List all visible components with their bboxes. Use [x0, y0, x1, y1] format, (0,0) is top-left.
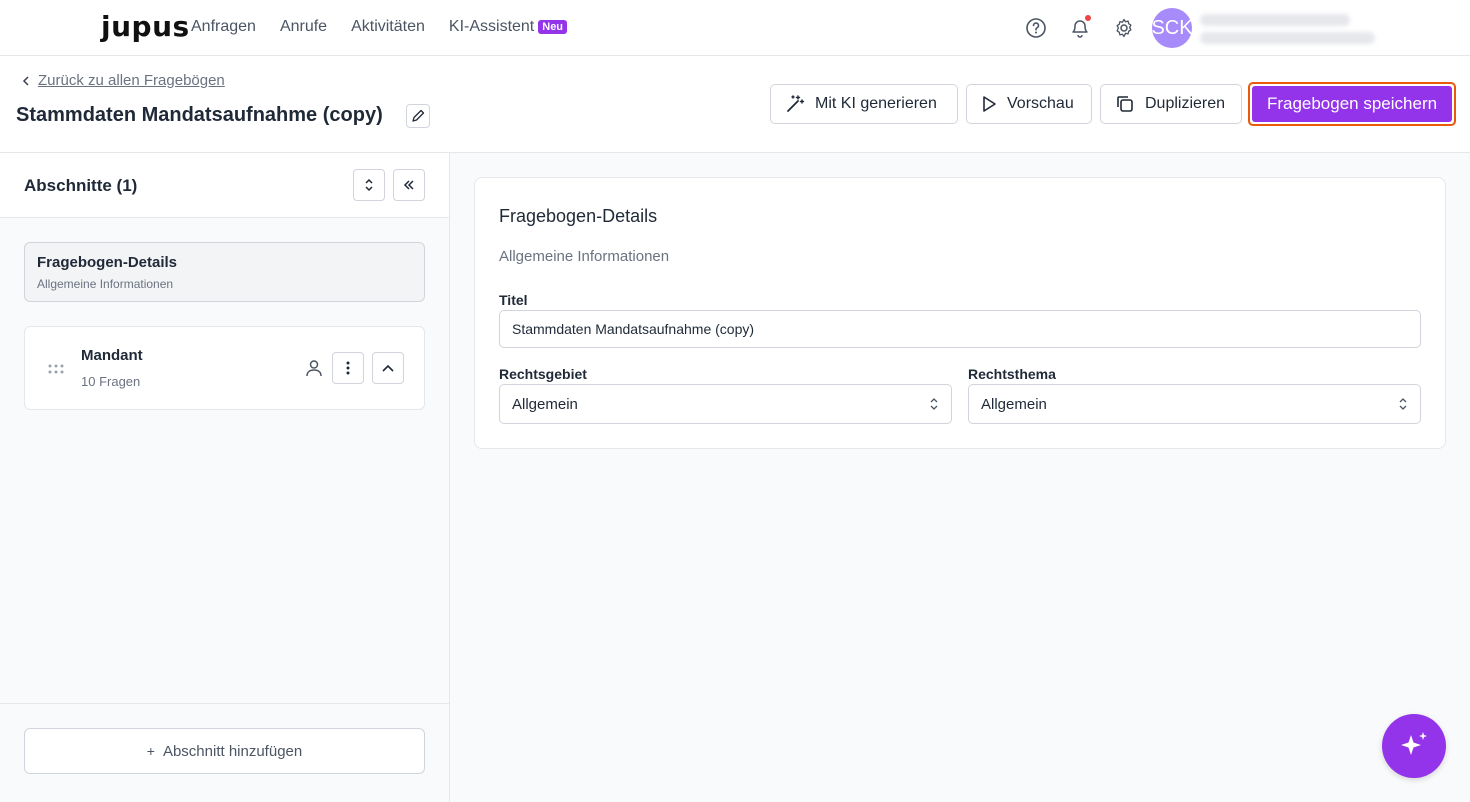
main-content: Fragebogen-Details Allgemeine Informatio…	[450, 153, 1470, 802]
nav-ki-assistent-label: KI-Assistent	[448, 18, 535, 35]
section-details-subtitle: Allgemeine Informationen	[37, 277, 174, 291]
jupus-logo[interactable]: jupus	[101, 10, 190, 43]
chevron-left-icon	[22, 75, 29, 86]
collapse-sidebar-button[interactable]	[393, 169, 425, 201]
preview-button[interactable]: Vorschau	[966, 84, 1092, 124]
add-section-label: Abschnitt hinzufügen	[162, 742, 303, 760]
rechtsthema-select[interactable]: Allgemein	[968, 384, 1421, 424]
details-card: Fragebogen-Details Allgemeine Informatio…	[474, 177, 1446, 449]
user-info-blurred[interactable]	[1200, 12, 1375, 46]
rechtsthema-label: Rechtsthema	[968, 366, 1056, 382]
gear-icon[interactable]	[1113, 17, 1135, 39]
user-avatar[interactable]: SCK	[1151, 8, 1193, 48]
copy-icon	[1117, 96, 1133, 112]
main-nav: Anfragen Anrufe Aktivitäten KI-Assistent…	[191, 18, 568, 36]
duplicate-label: Duplizieren	[1145, 95, 1226, 112]
details-card-title: Fragebogen-Details	[499, 206, 658, 226]
rechtsgebiet-select[interactable]: Allgemein	[499, 384, 952, 424]
nav-aktivitaeten[interactable]: Aktivitäten	[351, 18, 425, 36]
section-item-details[interactable]: Fragebogen-Details Allgemeine Informatio…	[24, 242, 425, 302]
title-input[interactable]: Stammdaten Mandatsaufnahme (copy)	[499, 310, 1421, 348]
details-card-subtitle: Allgemeine Informationen	[499, 248, 670, 265]
section-collapse-button[interactable]	[372, 352, 404, 384]
notification-dot	[1085, 15, 1091, 21]
save-questionnaire-button[interactable]: Fragebogen speichern	[1248, 82, 1456, 126]
nav-ki-assistent[interactable]: KI-Assistent Neu	[448, 18, 568, 36]
play-icon	[983, 96, 996, 112]
more-vertical-icon	[346, 361, 350, 375]
section-title: Mandant	[81, 347, 143, 364]
duplicate-button[interactable]: Duplizieren	[1100, 84, 1242, 124]
chevron-up-down-icon	[365, 178, 373, 192]
edit-title-button[interactable]	[406, 104, 430, 128]
magic-wand-icon	[787, 95, 805, 112]
generate-ai-label: Mit KI generieren	[815, 95, 937, 112]
rechtsgebiet-value: Allgemein	[512, 395, 578, 413]
generate-ai-button[interactable]: Mit KI generieren	[770, 84, 958, 124]
sparkle-icon	[1401, 732, 1427, 755]
help-icon[interactable]	[1025, 17, 1047, 39]
section-details-title: Fragebogen-Details	[37, 254, 178, 271]
sidebar-footer-divider	[0, 703, 449, 704]
top-navbar: jupus Anfragen Anrufe Aktivitäten KI-Ass…	[0, 0, 1470, 56]
ai-assistant-fab[interactable]	[1382, 714, 1446, 778]
title-label: Titel	[499, 292, 528, 308]
add-section-button[interactable]: + Abschnitt hinzufügen	[24, 728, 425, 774]
nav-anrufe[interactable]: Anrufe	[280, 18, 327, 36]
preview-label: Vorschau	[1007, 95, 1074, 112]
page-title: Stammdaten Mandatsaufnahme (copy)	[16, 104, 383, 126]
section-question-count: 10 Fragen	[81, 374, 141, 389]
pencil-icon	[412, 109, 425, 122]
back-link[interactable]: Zurück zu allen Fragebögen	[22, 72, 225, 89]
chevron-up-down-icon	[1399, 398, 1407, 410]
double-chevron-left-icon	[403, 180, 414, 190]
bell-icon[interactable]	[1069, 15, 1091, 39]
chevron-up-icon	[382, 364, 394, 372]
sections-sidebar: Abschnitte (1) Fragebogen-Details Allgem…	[0, 153, 450, 802]
plus-icon: +	[146, 743, 155, 759]
user-icon	[305, 359, 323, 382]
section-menu-button[interactable]	[332, 352, 364, 384]
sidebar-header: Abschnitte (1)	[0, 153, 449, 218]
rechtsgebiet-label: Rechtsgebiet	[499, 366, 587, 382]
new-badge: Neu	[538, 20, 568, 34]
chevron-up-down-icon	[930, 398, 938, 410]
nav-anfragen[interactable]: Anfragen	[191, 18, 256, 36]
section-item-mandant[interactable]: Mandant 10 Fragen	[24, 326, 425, 410]
rechtsthema-value: Allgemein	[981, 395, 1047, 413]
sidebar-title: Abschnitte (1)	[24, 176, 138, 195]
drag-handle-icon[interactable]	[47, 362, 65, 380]
expand-collapse-button[interactable]	[353, 169, 385, 201]
back-link-label: Zurück zu allen Fragebögen	[38, 72, 225, 89]
save-questionnaire-label: Fragebogen speichern	[1252, 86, 1452, 122]
